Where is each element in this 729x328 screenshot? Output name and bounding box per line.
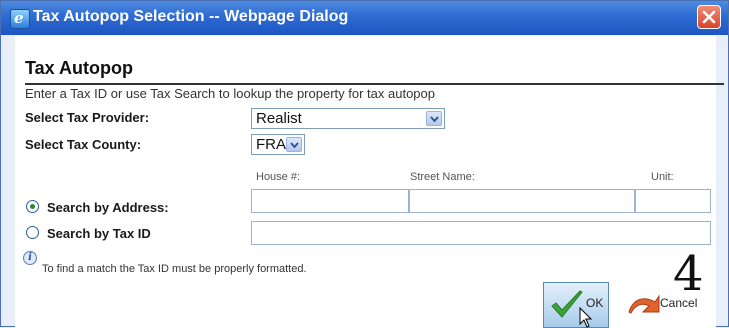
close-icon [702, 10, 716, 24]
page-title: Tax Autopop [25, 58, 133, 78]
ok-button[interactable]: OK [543, 282, 609, 328]
dialog-content: Tax Autopop Enter a Tax ID or use Tax Se… [15, 36, 724, 328]
house-number-input[interactable] [251, 189, 409, 213]
tax-id-input[interactable] [251, 221, 711, 245]
instructions-text: Enter a Tax ID or use Tax Search to look… [25, 86, 435, 101]
chevron-down-icon[interactable] [426, 111, 442, 126]
ie-icon: e [10, 9, 30, 29]
search-by-address-label: Search by Address: [47, 200, 169, 215]
chevron-down-icon[interactable] [286, 137, 302, 152]
info-icon: i [23, 251, 37, 265]
format-note: To find a match the Tax ID must be prope… [42, 263, 307, 275]
tax-provider-label: Select Tax Provider: [25, 110, 150, 125]
close-button[interactable] [697, 5, 721, 29]
search-by-address-radio[interactable] [26, 200, 39, 213]
heading-divider [25, 83, 724, 85]
mouse-cursor-icon [579, 307, 593, 328]
window-title: Tax Autopop Selection -- Webpage Dialog [33, 8, 349, 25]
tax-provider-select[interactable]: Realist [251, 108, 445, 129]
search-by-tax-id-label: Search by Tax ID [47, 226, 151, 241]
search-by-tax-id-radio[interactable] [26, 226, 39, 239]
unit-input[interactable] [635, 189, 711, 213]
tax-county-select[interactable]: FRA [251, 134, 305, 155]
title-bar[interactable]: e Tax Autopop Selection -- Webpage Dialo… [1, 1, 728, 35]
house-number-header: House #: [256, 171, 301, 183]
street-name-input[interactable] [409, 189, 635, 213]
tax-county-value: FRA [256, 136, 286, 153]
tax-county-label: Select Tax County: [25, 137, 142, 152]
step-number: 4 [673, 246, 704, 302]
street-name-header: Street Name: [410, 171, 475, 183]
undo-arrow-icon [628, 294, 660, 314]
dialog-window: e Tax Autopop Selection -- Webpage Dialo… [0, 0, 729, 328]
tax-provider-value: Realist [256, 110, 302, 127]
unit-header: Unit: [651, 171, 674, 183]
